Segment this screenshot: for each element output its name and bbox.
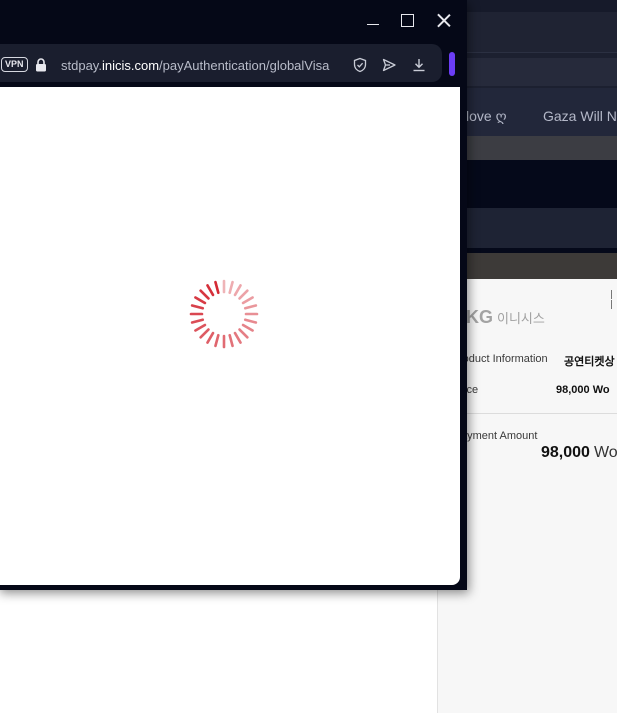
spinner-tick	[241, 296, 254, 305]
sidebar-toggle-button[interactable]	[449, 52, 455, 76]
background-banner	[461, 136, 617, 160]
bookmark-love[interactable]: love ღ	[466, 108, 507, 125]
url-field[interactable]: VPN stdpay.inicis.com/payAuthentication/…	[0, 44, 442, 82]
url-text[interactable]: stdpay.inicis.com/payAuthentication/glob…	[61, 58, 329, 73]
background-bookmarks-bar: love ღ Gaza Will N	[461, 88, 617, 136]
bookmark-gaza[interactable]: Gaza Will N	[543, 108, 617, 124]
payment-amount-value: 98,000 Wo	[541, 444, 617, 461]
popup-titlebar[interactable]	[0, 0, 467, 42]
spinner-tick	[238, 328, 249, 339]
spinner-tick	[199, 289, 210, 300]
panel-close-icon[interactable]	[606, 288, 617, 310]
popup-address-bar: VPN stdpay.inicis.com/payAuthentication/…	[0, 42, 467, 86]
loading-spinner-icon	[189, 279, 259, 349]
download-icon[interactable]	[411, 57, 427, 73]
spinner-tick	[206, 331, 215, 344]
minimize-icon[interactable]	[362, 10, 384, 32]
spinner-tick	[190, 304, 205, 310]
spinner-tick	[194, 323, 207, 332]
popup-content-area	[0, 87, 460, 585]
spinner-tick	[190, 318, 205, 324]
spinner-tick	[206, 284, 215, 297]
spinner-tick	[233, 284, 242, 297]
payment-amount-label: ayment Amount	[461, 430, 538, 442]
maximize-icon[interactable]	[396, 10, 418, 32]
spinner-tick	[214, 333, 220, 348]
spinner-tick	[199, 328, 210, 339]
price-value: 98,000 Wo	[556, 384, 610, 396]
spinner-tick	[228, 280, 234, 295]
spinner-tick	[233, 331, 242, 344]
panel-divider	[461, 413, 617, 414]
product-information-value: 공연티켓상	[564, 356, 615, 368]
lock-icon[interactable]	[35, 58, 47, 72]
vpn-badge[interactable]: VPN	[1, 57, 28, 72]
background-address-bar	[466, 52, 617, 88]
spinner-tick	[228, 333, 234, 348]
shield-icon[interactable]	[352, 57, 368, 73]
background-header	[461, 160, 617, 208]
spinner-tick	[194, 296, 207, 305]
payment-popup-window: VPN stdpay.inicis.com/payAuthentication/…	[0, 0, 467, 590]
background-tab-bar	[466, 12, 617, 52]
spinner-tick	[241, 323, 254, 332]
product-information-label: roduct Information	[459, 353, 548, 365]
background-banner-2	[461, 253, 617, 279]
inicis-logo: KG 이니시스	[466, 307, 545, 327]
background-page-body	[0, 590, 437, 713]
background-address-field[interactable]	[466, 58, 617, 86]
spinner-tick	[243, 318, 258, 324]
close-icon[interactable]	[433, 10, 455, 32]
send-icon[interactable]	[381, 57, 397, 73]
spinner-tick	[214, 280, 220, 295]
spinner-tick	[238, 289, 249, 300]
background-nav	[461, 208, 617, 248]
spinner-tick	[243, 304, 258, 310]
